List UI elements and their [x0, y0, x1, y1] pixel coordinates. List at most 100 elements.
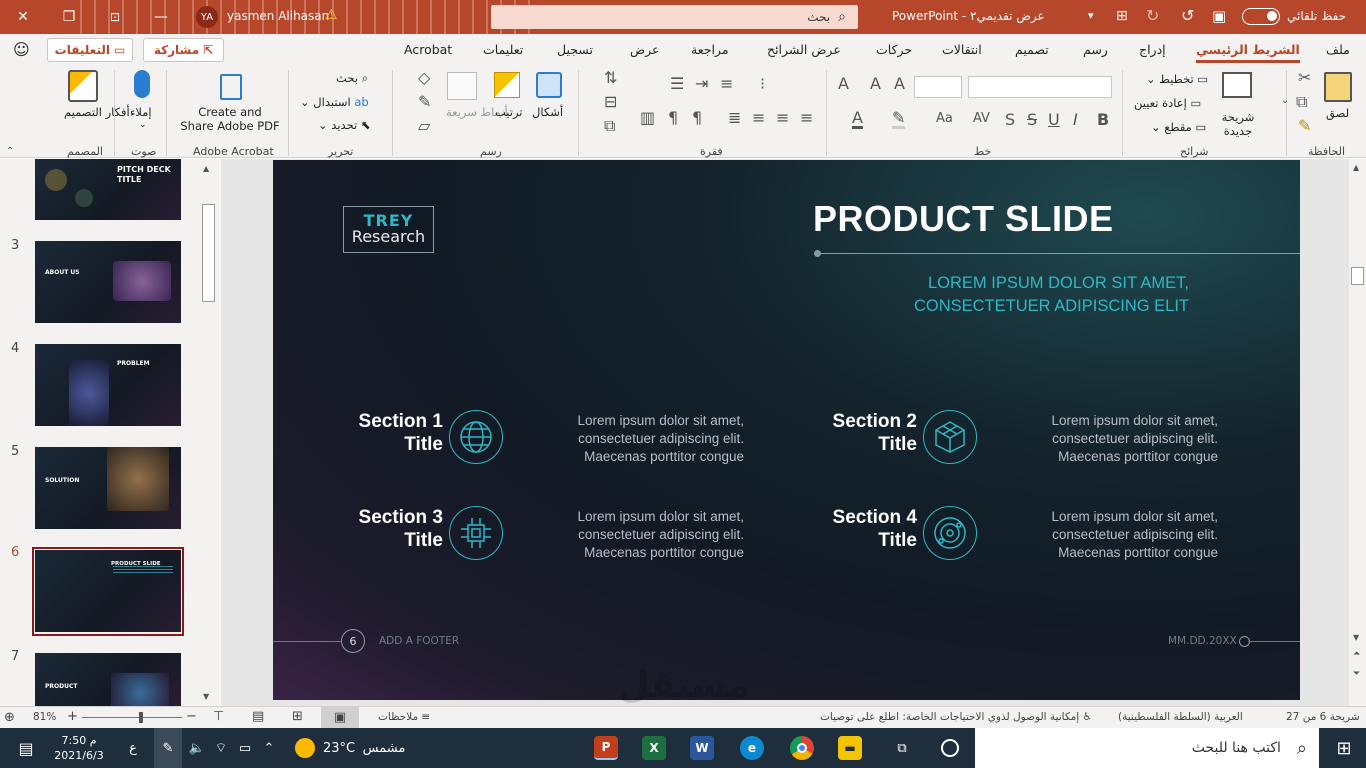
slide-thumbnail[interactable]: PITCH DECK TITLE: [35, 159, 181, 220]
redo-icon[interactable]: ↻: [1146, 6, 1159, 25]
section-title[interactable]: Section 4 Title: [797, 506, 917, 552]
powerpoint-app-icon[interactable]: P: [594, 736, 618, 760]
zoom-slider[interactable]: [82, 717, 182, 718]
language-status[interactable]: العربية (السلطة الفلسطينية): [1118, 711, 1243, 723]
zoom-in-icon[interactable]: +: [67, 709, 78, 724]
present-icon[interactable]: ⊞: [1116, 8, 1128, 24]
taskbar-search-input[interactable]: اكتب هنا للبحث ⌕: [975, 728, 1319, 768]
align-right-icon[interactable]: ≡: [800, 110, 813, 126]
file-explorer-icon[interactable]: ▬: [838, 736, 862, 760]
align-center-icon[interactable]: ≡: [776, 110, 789, 126]
tab-insert[interactable]: إدراج: [1139, 42, 1166, 57]
current-slide[interactable]: TREY Research PRODUCT SLIDE LOREM IPSUM …: [273, 160, 1300, 700]
cortana-icon[interactable]: [941, 739, 959, 757]
scroll-down-icon[interactable]: ▼: [1353, 633, 1359, 642]
increase-indent-icon[interactable]: ⇥: [695, 76, 708, 92]
zoom-slider-thumb[interactable]: [139, 712, 143, 723]
tab-slideshow[interactable]: عرض الشرائح: [767, 42, 841, 57]
prev-slide-icon[interactable]: ⏶: [1353, 649, 1360, 659]
line-spacing-icon[interactable]: ☰: [670, 76, 684, 92]
slides-panel-scrollbar[interactable]: ▲ ▼: [200, 160, 217, 706]
language-indicator[interactable]: ع: [122, 728, 144, 768]
slide-scrollbar[interactable]: ▲ ▼ ⏶ ⏷: [1349, 159, 1366, 706]
customize-qat-icon[interactable]: ▾: [1088, 9, 1094, 22]
slide-subtitle[interactable]: LOREM IPSUM DOLOR SIT AMET, CONSECTETUER…: [833, 272, 1189, 318]
shape-fill-icon[interactable]: ◇: [418, 70, 430, 86]
edge-app-icon[interactable]: e: [740, 736, 764, 760]
dictate-dropdown-icon[interactable]: ⌄: [139, 120, 147, 130]
windows-start-icon[interactable]: ⊞: [1322, 728, 1366, 768]
scroll-thumb[interactable]: [1351, 267, 1364, 285]
shape-outline-icon[interactable]: ✎: [418, 94, 431, 110]
cut-icon[interactable]: ✂: [1298, 70, 1311, 86]
char-spacing-icon[interactable]: AV: [973, 112, 990, 125]
footer-text[interactable]: ADD A FOOTER: [379, 635, 459, 647]
shape-effects-icon[interactable]: ▱: [418, 118, 430, 134]
slide-thumbnail-active[interactable]: PRODUCT SLIDE: [35, 550, 181, 632]
warning-icon[interactable]: ⚠: [325, 7, 338, 23]
text-direction-icon[interactable]: ⇅: [604, 70, 617, 86]
font-name-field[interactable]: [968, 76, 1112, 98]
wifi-icon[interactable]: ⌔: [210, 728, 232, 768]
quick-styles-icon[interactable]: [447, 72, 477, 100]
clipboard-dropdown-icon[interactable]: ⌄: [1281, 96, 1289, 106]
tab-design[interactable]: تصميم: [1015, 42, 1049, 57]
replace-button[interactable]: ⌄ استبدال ab: [300, 95, 369, 109]
font-size-field[interactable]: [914, 76, 962, 98]
font-color-icon[interactable]: A: [852, 110, 863, 129]
change-case-icon[interactable]: Aa: [936, 112, 953, 125]
align-left-icon[interactable]: ≡: [752, 110, 765, 126]
slide-thumbnail[interactable]: PRODUCT: [35, 653, 181, 706]
shapes-icon[interactable]: [536, 72, 562, 98]
copy-icon[interactable]: ⧉: [1296, 94, 1307, 110]
reading-view-icon[interactable]: ▤: [252, 709, 264, 724]
slide-thumbnail[interactable]: PROBLEM: [35, 344, 181, 426]
section-title[interactable]: Section 2 Title: [797, 410, 917, 456]
layout-button[interactable]: ⌄ تخطيط ▭: [1146, 72, 1208, 86]
restore-icon[interactable]: ❐: [46, 0, 92, 34]
rtl-icon[interactable]: ¶: [668, 110, 678, 126]
tab-acrobat[interactable]: Acrobat: [404, 42, 452, 57]
user-name[interactable]: yasmen Alihasan: [227, 9, 329, 23]
next-slide-icon[interactable]: ⏷: [1353, 669, 1360, 679]
new-slide-label[interactable]: شريحة جديدة: [1214, 110, 1262, 138]
shadow-icon[interactable]: S: [1005, 112, 1015, 128]
find-button[interactable]: بحث ⌕: [336, 71, 368, 86]
justify-icon[interactable]: ≣: [728, 110, 741, 126]
ribbon-display-icon[interactable]: ⊡: [92, 0, 138, 34]
task-view-icon[interactable]: ⧉: [888, 728, 916, 768]
close-icon[interactable]: ✕: [0, 0, 46, 34]
microphone-icon[interactable]: [134, 70, 150, 98]
zoom-level[interactable]: 81%: [33, 711, 56, 723]
comments-button[interactable]: التعليقات ▭: [47, 38, 133, 62]
zoom-out-icon[interactable]: −: [186, 709, 197, 724]
excel-app-icon[interactable]: X: [642, 736, 666, 760]
section-body[interactable]: Lorem ipsum dolor sit amet, consectetuer…: [544, 412, 744, 466]
adobe-pdf-icon[interactable]: [220, 74, 242, 100]
bullets-icon[interactable]: ⁝: [760, 76, 765, 92]
save-icon[interactable]: ▣: [1212, 7, 1226, 25]
clear-formatting-icon[interactable]: A: [838, 76, 849, 92]
notes-button[interactable]: ملاحظات ≡: [378, 711, 430, 723]
feedback-icon[interactable]: ☺: [13, 40, 30, 59]
highlight-icon[interactable]: ✎: [892, 110, 906, 129]
notification-icon[interactable]: ▤: [8, 728, 44, 768]
new-slide-icon[interactable]: [1222, 72, 1252, 98]
paste-label[interactable]: لصق: [1326, 106, 1349, 120]
arrange-icon[interactable]: [494, 72, 520, 98]
scroll-thumb[interactable]: [202, 204, 215, 302]
section-body[interactable]: Lorem ipsum dolor sit amet, consectetuer…: [1018, 508, 1218, 562]
underline-icon[interactable]: U: [1048, 112, 1060, 128]
sun-icon[interactable]: [295, 738, 315, 758]
logo-box[interactable]: TREY Research: [343, 206, 434, 253]
scroll-down-icon[interactable]: ▼: [203, 692, 209, 701]
select-button[interactable]: ⌄ تحديد ⬉: [318, 118, 371, 132]
tab-file[interactable]: ملف: [1326, 42, 1350, 57]
share-button[interactable]: مشاركة ⇱: [143, 38, 224, 62]
temperature[interactable]: 23°C: [322, 728, 356, 768]
battery-icon[interactable]: ▭: [234, 728, 256, 768]
accessibility-status[interactable]: إمكانية الوصول لذوي الاحتياجات الخاصة: ا…: [820, 711, 1092, 723]
footer-slide-number[interactable]: 6: [341, 629, 365, 653]
volume-icon[interactable]: 🔈: [186, 728, 208, 768]
collapse-ribbon-icon[interactable]: ⌃: [6, 146, 14, 157]
